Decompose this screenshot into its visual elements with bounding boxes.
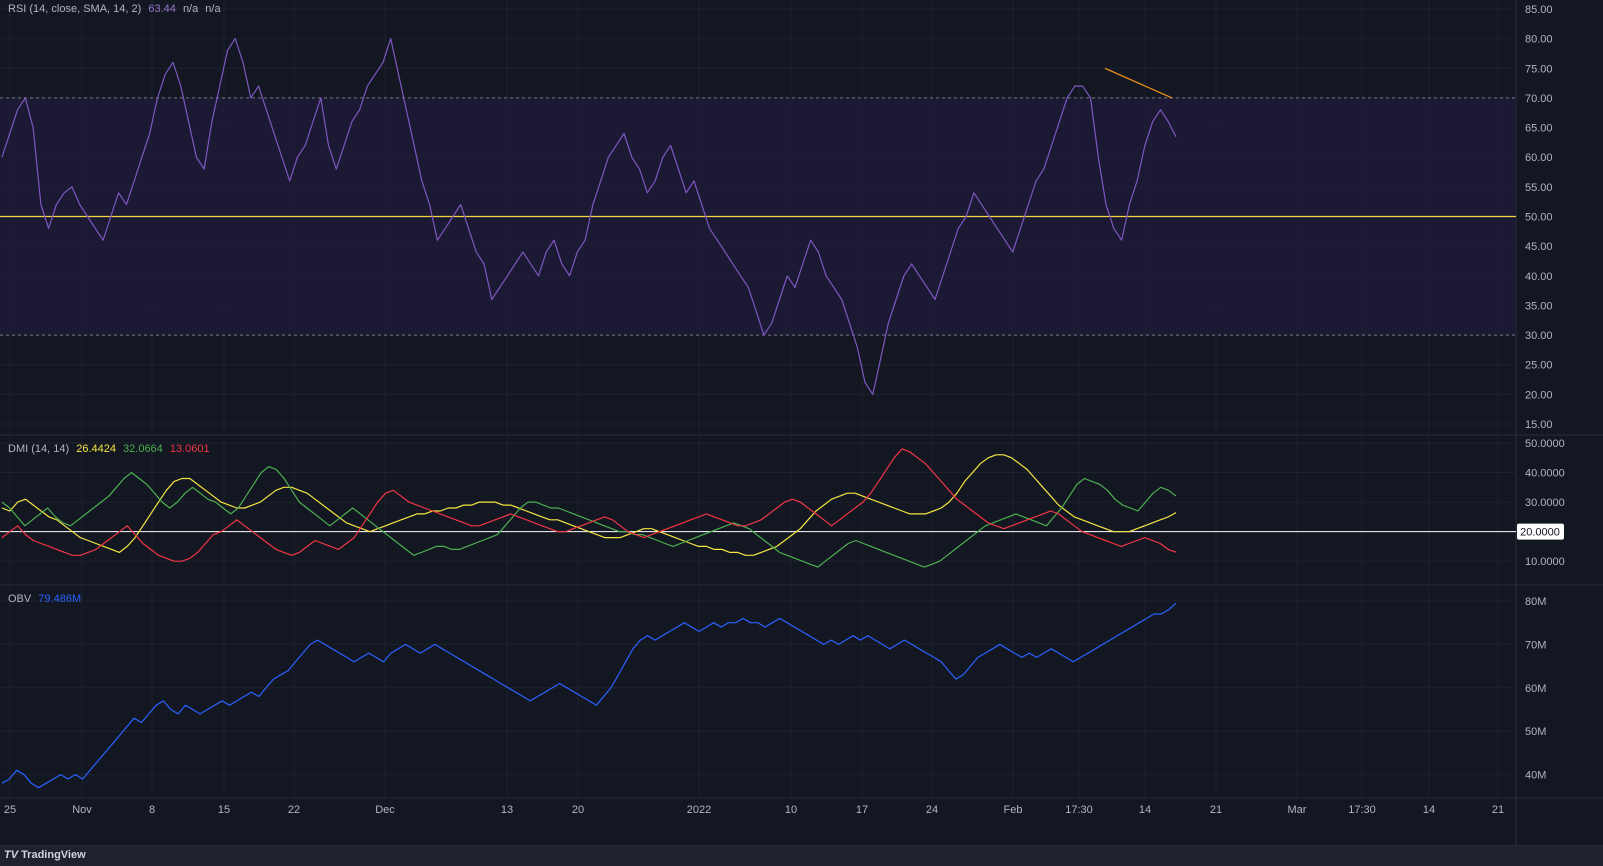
x-tick-label: 17:30 xyxy=(1348,804,1376,816)
x-tick-label: 10 xyxy=(785,804,797,816)
y-tick-label: 15.00 xyxy=(1525,419,1553,431)
brand-name: TradingView xyxy=(21,849,86,861)
y-tick-label: 40.00 xyxy=(1525,271,1553,283)
y-tick-label: 50.0000 xyxy=(1525,438,1565,450)
footer-bar: TV TradingView xyxy=(0,845,1603,866)
obv-legend: OBV 79.486M xyxy=(8,593,81,605)
rsi-value: 63.44 xyxy=(148,3,176,15)
x-tick-label: 2022 xyxy=(687,804,711,816)
y-tick-label: 80.00 xyxy=(1525,34,1553,46)
x-tick-label: Dec xyxy=(375,804,395,816)
dmi-plus-value: 32.0664 xyxy=(123,443,163,455)
y-tick-label: 80M xyxy=(1525,596,1546,608)
x-tick-label: 13 xyxy=(501,804,513,816)
y-tick-label: 50M xyxy=(1525,726,1546,738)
x-tick-label: 8 xyxy=(149,804,155,816)
x-tick-label: Feb xyxy=(1004,804,1023,816)
x-tick-label: 14 xyxy=(1139,804,1151,816)
x-tick-label: 14 xyxy=(1423,804,1435,816)
rsi-extra-1: n/a xyxy=(182,3,199,15)
x-tick-label: 15 xyxy=(218,804,230,816)
tradingview-logo[interactable]: TV TradingView xyxy=(4,849,86,861)
dmi-adx-line xyxy=(1,454,1177,556)
y-tick-label: 65.00 xyxy=(1525,123,1553,135)
dmi-legend: DMI (14, 14) 26.4424 32.0664 13.0601 xyxy=(8,443,210,455)
x-tick-label: 21 xyxy=(1492,804,1504,816)
dmi-indicator-label: DMI (14, 14) xyxy=(8,443,70,455)
rsi-extra-2: n/a xyxy=(205,3,221,15)
y-tick-label: 60M xyxy=(1525,683,1546,695)
y-tick-label: 25.00 xyxy=(1525,360,1553,372)
y-tick-label: 40.0000 xyxy=(1525,468,1565,480)
x-tick-label: 17 xyxy=(856,804,868,816)
x-tick-label: Nov xyxy=(72,804,92,816)
y-tick-label: 20.00 xyxy=(1525,389,1553,401)
y-tick-label: 70.00 xyxy=(1525,93,1553,105)
x-tick-label: 22 xyxy=(288,804,300,816)
chart-canvas[interactable]: 25 Nov 8 15 22 Dec 13 20 2022 10 17 24 Feb 17:30 14 21 M… xyxy=(0,0,1603,865)
obv-line xyxy=(1,602,1177,789)
y-tick-label: 30.00 xyxy=(1525,330,1553,342)
y-tick-label: 75.00 xyxy=(1525,63,1553,75)
y-tick-label: 85.00 xyxy=(1525,4,1553,16)
y-tick-label: 70M xyxy=(1525,639,1546,651)
y-tick-label: 10.0000 xyxy=(1525,556,1565,568)
x-tick-label: 25 xyxy=(4,804,16,816)
rsi-indicator-label: RSI (14, close, SMA, 14, 2) xyxy=(8,3,142,15)
y-tick-label: 30.0000 xyxy=(1525,497,1565,509)
rsi-legend: RSI (14, close, SMA, 14, 2) 63.44 n/a n/… xyxy=(8,3,221,15)
tradingview-mark-icon: TV xyxy=(4,849,19,861)
x-tick-label: 20 xyxy=(572,804,584,816)
obv-indicator-label: OBV xyxy=(8,593,32,605)
y-tick-label: 45.00 xyxy=(1525,241,1553,253)
x-tick-label: Mar xyxy=(1288,804,1307,816)
y-tick-label: 35.00 xyxy=(1525,300,1553,312)
x-tick-label: 17:30 xyxy=(1065,804,1093,816)
y-tick-label: 40M xyxy=(1525,770,1546,782)
y-tick-label: 50.00 xyxy=(1525,212,1553,224)
divergence-trendline xyxy=(1104,67,1173,99)
dmi-minus-value: 13.0601 xyxy=(169,443,210,455)
dmi-plus-di-line xyxy=(1,466,1177,568)
dmi-reference-label: 20.0000 xyxy=(1520,527,1560,539)
obv-value: 79.486M xyxy=(38,593,82,605)
dmi-adx-value: 26.4424 xyxy=(76,443,116,455)
x-tick-label: 24 xyxy=(926,804,938,816)
dmi-minus-di-line xyxy=(1,448,1177,562)
y-tick-label: 60.00 xyxy=(1525,152,1553,164)
y-tick-label: 55.00 xyxy=(1525,182,1553,194)
x-tick-label: 21 xyxy=(1210,804,1222,816)
